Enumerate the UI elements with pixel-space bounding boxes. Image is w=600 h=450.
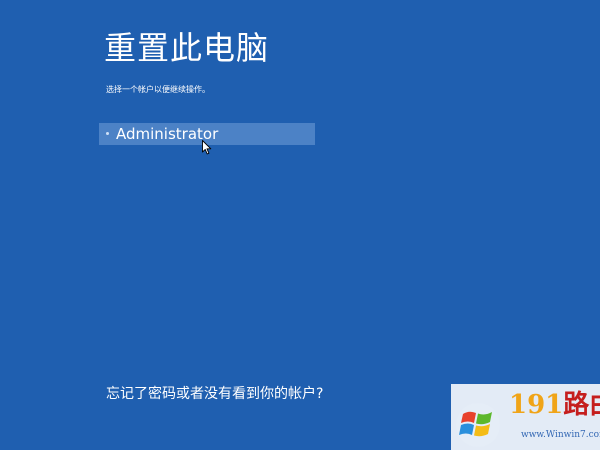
mouse-pointer-icon xyxy=(202,140,212,155)
reset-pc-account-screen: 重置此电脑 选择一个帐户以便继续操作。 Administrator 忘记了密码或… xyxy=(0,0,600,450)
instruction-text: 选择一个帐户以便继续操作。 xyxy=(106,85,210,94)
watermark-brand-number: 191 xyxy=(509,390,564,420)
windows-logo-icon xyxy=(456,403,500,447)
bullet-icon xyxy=(106,132,109,135)
page-title: 重置此电脑 xyxy=(104,29,270,67)
forgot-password-link[interactable]: 忘记了密码或者没有看到你的帐户? xyxy=(106,384,323,404)
site-watermark: 191路由网 www.Winwin7.com xyxy=(451,384,600,450)
watermark-url: www.Winwin7.com xyxy=(521,430,600,440)
watermark-brand-text: 路由网 xyxy=(563,390,600,420)
watermark-brand: 191路由网 xyxy=(509,389,600,421)
